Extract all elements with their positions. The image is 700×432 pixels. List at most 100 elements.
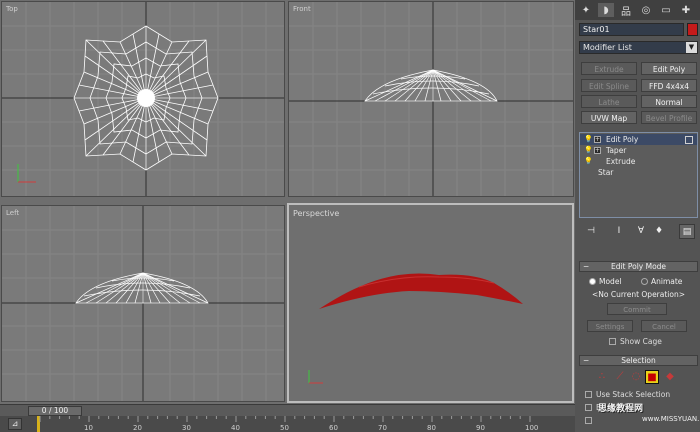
use-stack-selection-checkbox[interactable]: Use Stack Selection — [585, 390, 670, 399]
object-color-swatch[interactable] — [687, 23, 698, 36]
settings-button[interactable]: Settings — [587, 320, 633, 332]
command-panel-tabs: ✦ ◗ 品 ◎ ▭ ✚ — [575, 0, 700, 20]
create-icon[interactable]: ✦ — [578, 3, 594, 17]
viewport-left[interactable]: Left — [1, 205, 285, 402]
track-bar-ruler: 10 20 30 40 50 60 70 80 90 100 — [37, 416, 538, 432]
stack-item-label: Extrude — [606, 157, 636, 166]
viewport-front-grid — [289, 2, 573, 196]
modifier-list-label: Modifier List — [583, 43, 632, 52]
stack-item-label: Star — [598, 168, 614, 177]
show-cage-checkbox[interactable]: Show Cage — [609, 337, 662, 346]
watermark-logo: 思缘教程网 — [598, 404, 644, 414]
commit-button[interactable]: Commit — [607, 303, 667, 315]
stack-item-extrude[interactable]: 💡 Extrude — [580, 156, 697, 167]
display-icon[interactable]: ▭ — [658, 3, 674, 17]
modifier-button-normal[interactable]: Normal — [641, 95, 697, 108]
ruler-label: 50 — [280, 424, 289, 432]
element-icon[interactable]: ◆ — [663, 370, 677, 384]
modify-icon[interactable]: ◗ — [598, 3, 614, 17]
edge-icon[interactable]: ⟋ — [613, 370, 627, 384]
checkbox-box — [585, 404, 592, 411]
vertex-icon[interactable]: ∴ — [595, 370, 609, 384]
stack-item-taper[interactable]: 💡 + Taper — [580, 145, 697, 156]
polygon-icon[interactable]: ■ — [645, 370, 659, 384]
bulb-icon[interactable]: 💡 — [584, 135, 593, 144]
animate-label: Animate — [651, 277, 683, 286]
stack-item-edit-poly[interactable]: 💡 + Edit Poly — [580, 134, 697, 145]
modifier-list-dropdown[interactable]: Modifier List ▼ — [579, 41, 698, 54]
viewport-front[interactable]: Front — [288, 1, 574, 197]
animate-radio[interactable]: Animate — [641, 277, 682, 286]
viewport-left-grid — [2, 206, 284, 401]
ruler-label: 60 — [329, 424, 338, 432]
subobject-selection-icons: ∴ ⟋ ◌ ■ ◆ — [579, 368, 698, 386]
use-stack-selection-label: Use Stack Selection — [596, 390, 671, 399]
checkbox-box — [585, 417, 592, 424]
show-end-result-icon[interactable]: Ⅰ — [611, 224, 627, 239]
viewport-left-label[interactable]: Left — [6, 209, 19, 217]
radio-dot — [641, 278, 648, 285]
modifier-stack: 💡 + Edit Poly 💡 + Taper 💡 Extrude Star — [579, 132, 698, 218]
selection-rollout[interactable]: − Selection — [579, 355, 698, 366]
ruler-label: 40 — [231, 424, 240, 432]
modifier-button-bevel-profile[interactable]: Bevel Profile — [641, 111, 697, 124]
stack-item-checkbox[interactable] — [685, 136, 693, 144]
show-cage-label: Show Cage — [620, 337, 662, 346]
expand-icon[interactable]: + — [594, 147, 601, 154]
viewport-perspective-label[interactable]: Perspective — [293, 209, 339, 218]
ruler-label: 20 — [133, 424, 142, 432]
command-panel: ✦ ◗ 品 ◎ ▭ ✚ Star01 Modifier List ▼ Extru… — [575, 0, 700, 432]
ruler-label: 70 — [378, 424, 387, 432]
ruler-label: 100 — [525, 424, 538, 432]
ruler-label: 30 — [182, 424, 191, 432]
stack-tools: ⊣ Ⅰ ∀ ♦ ▤ — [579, 224, 698, 240]
ruler-label: 10 — [84, 424, 93, 432]
modifier-button-edit-poly[interactable]: Edit Poly — [641, 62, 697, 75]
ruler-label: 90 — [476, 424, 485, 432]
star-perspective-mesh — [319, 273, 523, 309]
expand-icon[interactable]: + — [594, 136, 601, 143]
motion-icon[interactable]: ◎ — [638, 3, 654, 17]
object-name-field[interactable]: Star01 — [579, 23, 684, 36]
key-mode-icon[interactable]: ⊿ — [8, 418, 22, 430]
axis-tripod-icon — [17, 164, 36, 183]
pin-stack-icon[interactable]: ⊣ — [583, 224, 599, 239]
bulb-icon[interactable]: 💡 — [584, 157, 593, 166]
bulb-icon[interactable]: 💡 — [584, 146, 593, 155]
checkbox-box — [585, 391, 592, 398]
modifier-button-extrude[interactable]: Extrude — [581, 62, 637, 75]
stack-item-star[interactable]: Star — [580, 167, 697, 178]
watermark-url: www.MISSYUAN.NET — [642, 415, 700, 423]
viewport-top-grid — [2, 2, 284, 196]
star-top-center — [137, 89, 155, 107]
chevron-down-icon[interactable]: ▼ — [686, 42, 697, 53]
time-slider[interactable]: 0 / 100 — [28, 406, 82, 416]
viewport-top[interactable]: Top — [1, 1, 285, 197]
edit-poly-mode-rollout[interactable]: − Edit Poly Mode — [579, 261, 698, 272]
ignore-backfacing-checkbox[interactable] — [585, 416, 596, 425]
viewport-perspective[interactable]: Perspective — [287, 203, 574, 403]
make-unique-icon[interactable]: ∀ — [633, 224, 649, 239]
model-radio[interactable]: Model — [589, 277, 622, 286]
collapse-icon[interactable]: − — [583, 262, 589, 271]
remove-modifier-icon[interactable]: ♦ — [651, 224, 667, 239]
viewport-front-label[interactable]: Front — [293, 5, 311, 13]
modifier-button-ffd[interactable]: FFD 4x4x4 — [641, 79, 697, 92]
cancel-button[interactable]: Cancel — [641, 320, 687, 332]
model-label: Model — [599, 277, 622, 286]
modifier-button-uvw-map[interactable]: UVW Map — [581, 111, 637, 124]
viewport-top-label[interactable]: Top — [6, 5, 18, 13]
configure-modifier-sets-icon[interactable]: ▤ — [679, 224, 695, 239]
modifier-button-lathe[interactable]: Lathe — [581, 95, 637, 108]
track-bar[interactable]: 10 20 30 40 50 60 70 80 90 100 — [0, 416, 575, 432]
hierarchy-icon[interactable]: 品 — [618, 3, 634, 18]
current-operation-text: <No Current Operation> — [591, 290, 686, 299]
border-icon[interactable]: ◌ — [629, 370, 643, 384]
rollout-title: Selection — [621, 356, 656, 365]
viewport-area: Top Front Left Perspective — [0, 0, 575, 404]
radio-dot — [589, 278, 596, 285]
ruler-label: 80 — [427, 424, 436, 432]
modifier-button-edit-spline[interactable]: Edit Spline — [581, 79, 637, 92]
utilities-icon[interactable]: ✚ — [678, 3, 694, 17]
collapse-icon[interactable]: − — [583, 356, 589, 365]
